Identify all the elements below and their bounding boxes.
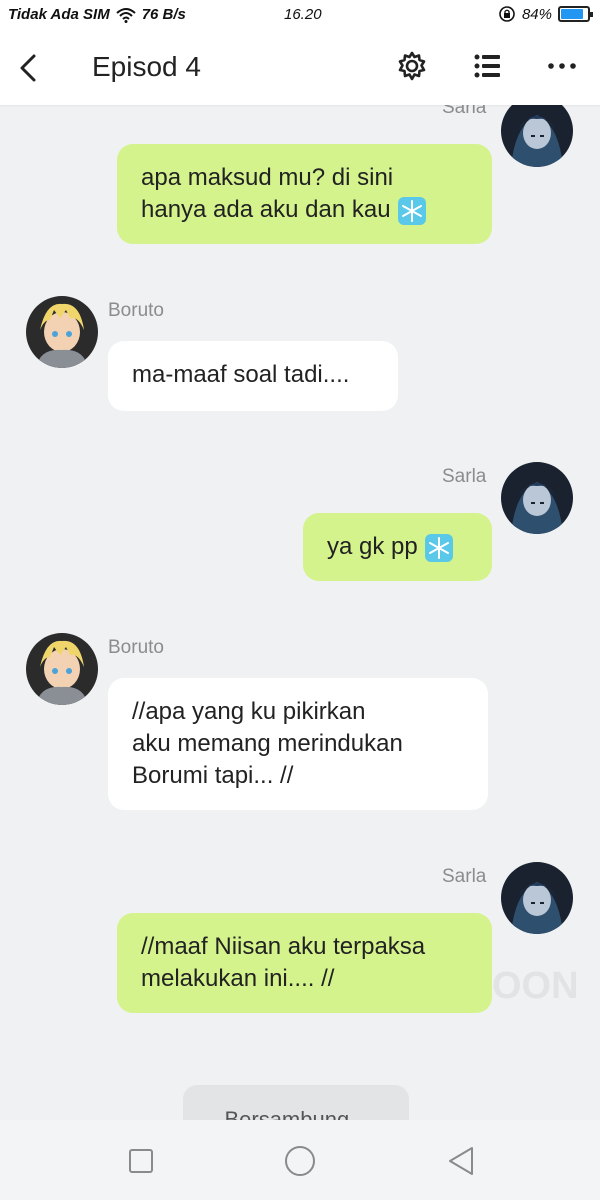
back-icon[interactable]: [444, 1144, 478, 1178]
avatar[interactable]: [501, 462, 573, 534]
system-navbar: [0, 1120, 600, 1200]
home-icon[interactable]: [283, 1144, 317, 1178]
list-icon[interactable]: [470, 49, 504, 83]
boruto-avatar-image: [26, 633, 98, 705]
chat-area[interactable]: Sarla apa maksud mu? di sini hanya ada a…: [0, 105, 600, 1120]
wifi-icon: [116, 7, 136, 23]
watermark: OON: [492, 965, 579, 1007]
sender-name: Sarla: [442, 866, 487, 887]
snowflake-icon: [424, 533, 453, 562]
lock-rotation-icon: [499, 6, 515, 22]
avatar[interactable]: [501, 862, 573, 934]
status-time: 16.20: [284, 6, 322, 23]
sender-name: Sarla: [442, 466, 487, 487]
message-line: //maaf Niisan aku terpaksa: [141, 933, 426, 960]
sarla-avatar-image: [501, 462, 573, 534]
sender-name: Boruto: [108, 300, 164, 321]
sender-name: Boruto: [108, 637, 164, 658]
message-bubble-received[interactable]: //apa yang ku pikirkan aku memang merind…: [108, 678, 488, 810]
carrier-label: Tidak Ada SIM: [8, 6, 110, 23]
back-arrow-icon[interactable]: [14, 48, 44, 88]
boruto-avatar-image: [26, 296, 98, 368]
avatar[interactable]: [501, 105, 573, 167]
battery-fill: [561, 9, 583, 19]
sarla-avatar-image: [501, 862, 573, 934]
status-bar: Tidak Ada SIM 76 B/s 16.20 84%: [0, 0, 600, 30]
message-bubble-received[interactable]: ma-maaf soal tadi....: [108, 341, 398, 411]
status-left: Tidak Ada SIM 76 B/s: [8, 6, 186, 23]
message-line: ya gk pp: [327, 533, 418, 560]
snowflake-icon: [397, 196, 426, 225]
message-line: ma-maaf soal tadi....: [132, 361, 350, 388]
message-line-with-emoji: hanya ada aku dan kau: [141, 194, 468, 226]
recent-apps-icon[interactable]: [124, 1144, 158, 1178]
message-line: apa maksud mu? di sini: [141, 164, 394, 191]
battery-icon: [558, 6, 593, 22]
avatar[interactable]: [26, 633, 98, 705]
network-speed: 76 B/s: [141, 6, 186, 23]
message-line-with-emoji: ya gk pp: [327, 531, 468, 563]
avatar[interactable]: [26, 296, 98, 368]
status-right: 84%: [498, 5, 593, 23]
gear-icon[interactable]: [395, 49, 429, 83]
more-icon[interactable]: [545, 49, 579, 83]
sender-name: Sarla: [442, 105, 487, 118]
sarla-avatar-image: [501, 105, 573, 167]
page-title: Episod 4: [92, 51, 201, 82]
continued-button[interactable]: Bersambung...: [183, 1085, 409, 1120]
app-header: Episod 4: [0, 30, 600, 105]
message-bubble-sent[interactable]: //maaf Niisan aku terpaksa melakukan ini…: [117, 913, 492, 1013]
message-line: Borumi tapi... //: [132, 762, 294, 789]
message-bubble-sent[interactable]: apa maksud mu? di sini hanya ada aku dan…: [117, 144, 492, 244]
message-line: hanya ada aku dan kau: [141, 196, 391, 223]
message-line: aku memang merindukan: [132, 730, 403, 757]
message-line: melakukan ini.... //: [141, 965, 335, 992]
message-bubble-sent[interactable]: ya gk pp: [303, 513, 492, 581]
message-line: //apa yang ku pikirkan: [132, 698, 366, 725]
battery-percent: 84%: [521, 5, 552, 23]
